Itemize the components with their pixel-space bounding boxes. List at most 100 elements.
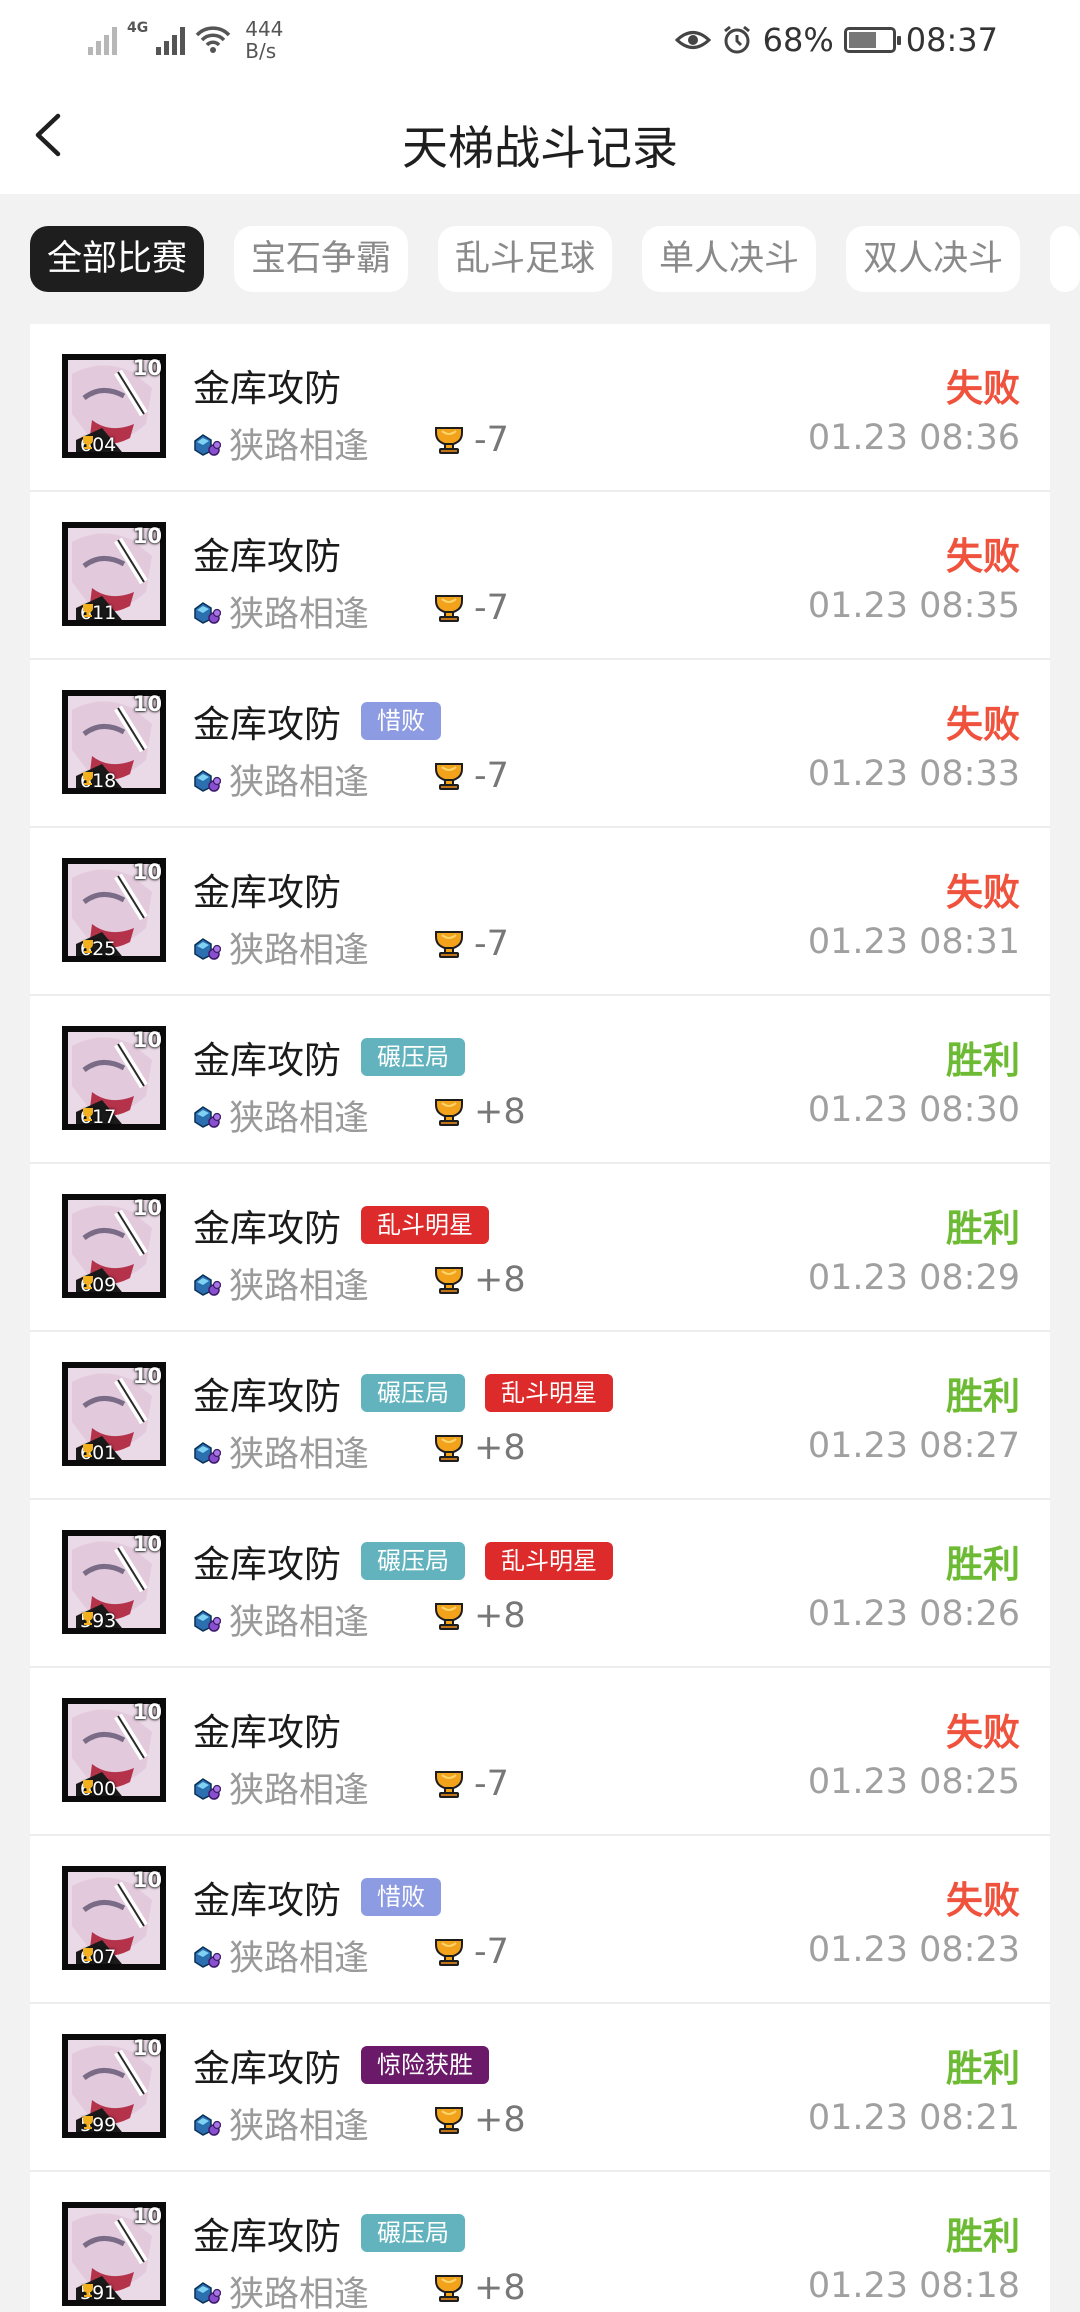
battle-row[interactable]: 10 609 金库攻防 乱斗明星 狭路相逢 +8 胜利 01.23 08:29 (30, 1164, 1050, 1332)
trophy-count-badge: 591 (80, 2282, 116, 2304)
battle-time: 01.23 08:23 (807, 1930, 1020, 1970)
battle-row[interactable]: 10 618 金库攻防 惜败 狭路相逢 -7 失败 01.23 08:33 (30, 660, 1050, 828)
trophy-icon (83, 1780, 93, 1793)
trophy-delta: +8 (474, 1260, 526, 1300)
map-name: 狭路相逢 (229, 1099, 370, 1139)
filter-chip-label: 单人决斗 (659, 239, 800, 279)
trophy-icon (435, 2107, 463, 2134)
mode-line: 金库攻防 碾压局 乱斗明星 (193, 1366, 613, 1420)
trophy-change: +8 (432, 1260, 526, 1300)
filter-chip-label: 全部比赛 (47, 239, 188, 279)
map-line: 狭路相逢 (193, 2098, 369, 2149)
trophy-change: -7 (432, 1932, 509, 1972)
battle-time: 01.23 08:35 (807, 586, 1020, 626)
mode-line: 金库攻防 惜败 (193, 1870, 441, 1924)
game-mode-name: 金库攻防 (193, 367, 341, 410)
map-line: 狭路相逢 (193, 754, 369, 805)
map-line: 狭路相逢 (193, 922, 369, 973)
brawler-avatar: 10 593 (62, 1530, 166, 1634)
battle-tag: 碾压局 (361, 1374, 465, 1412)
map-name: 狭路相逢 (229, 763, 370, 803)
trophy-icon (435, 1435, 463, 1462)
trophy-icon (83, 1276, 93, 1289)
brawler-avatar: 10 617 (62, 1026, 166, 1130)
status-bar: 4G 444 B/s 68% 08:37 (0, 0, 1080, 80)
trophy-count-badge: 625 (80, 938, 116, 960)
battle-time: 01.23 08:25 (807, 1762, 1020, 1802)
trophy-change: -7 (432, 924, 509, 964)
brawler-level: 10 (132, 692, 162, 716)
filter-tabs: 全部比赛 宝石争霸 乱斗足球 单人决斗 双人决斗 (30, 226, 1080, 292)
battle-tag: 惜败 (361, 1878, 441, 1916)
map-line: 狭路相逢 (193, 1762, 369, 1813)
trophy-icon (83, 1948, 93, 1961)
battle-row[interactable]: 10 600 金库攻防 狭路相逢 -7 失败 01.23 08:25 (30, 1668, 1050, 1836)
result-label: 失败 (946, 367, 1020, 410)
battle-row[interactable]: 10 599 金库攻防 惊险获胜 狭路相逢 +8 胜利 01.23 08:21 (30, 2004, 1050, 2172)
sim1-signal-icon (88, 25, 117, 55)
trophy-icon (83, 1612, 93, 1625)
filter-chip[interactable]: 宝石争霸 (234, 226, 409, 292)
filter-chip[interactable]: 双人决斗 (846, 226, 1021, 292)
filter-chip[interactable]: 乱斗足球 (438, 226, 613, 292)
brawler-avatar: 10 607 (62, 1866, 166, 1970)
filter-chip[interactable]: 全部比赛 (30, 226, 205, 292)
trophy-icon (435, 595, 463, 622)
mode-line: 金库攻防 惊险获胜 (193, 2038, 489, 2092)
network-type-label: 4G (127, 20, 149, 36)
trophy-change: +8 (432, 1428, 526, 1468)
trophy-icon (435, 2275, 463, 2302)
battle-row[interactable]: 10 607 金库攻防 惜败 狭路相逢 -7 失败 01.23 08:23 (30, 1836, 1050, 2004)
tag-list: 惜败 (361, 1878, 441, 1916)
battle-row[interactable]: 10 617 金库攻防 碾压局 狭路相逢 +8 胜利 01.23 08:30 (30, 996, 1050, 1164)
battle-row[interactable]: 10 625 金库攻防 狭路相逢 -7 失败 01.23 08:31 (30, 828, 1050, 996)
brawler-level: 10 (132, 1532, 162, 1556)
battle-time: 01.23 08:36 (807, 418, 1020, 458)
battle-row[interactable]: 10 611 金库攻防 狭路相逢 -7 失败 01.23 08:35 (30, 492, 1050, 660)
battle-row[interactable]: 10 601 金库攻防 碾压局 乱斗明星 狭路相逢 +8 胜利 01.23 08… (30, 1332, 1050, 1500)
eye-icon (674, 31, 711, 49)
map-line: 狭路相逢 (193, 586, 369, 637)
trophy-count-badge: 593 (80, 1610, 116, 1632)
game-mode-name: 金库攻防 (193, 871, 341, 914)
trophy-count-badge: 604 (80, 434, 116, 456)
map-name: 狭路相逢 (229, 1939, 370, 1979)
mode-line: 金库攻防 碾压局 (193, 1030, 465, 1084)
map-line: 狭路相逢 (193, 1426, 369, 1477)
trophy-icon (83, 2116, 93, 2129)
mode-line: 金库攻防 (193, 862, 361, 916)
map-line: 狭路相逢 (193, 1090, 369, 1141)
filter-chip[interactable]: 单人决斗 (642, 226, 817, 292)
mode-line: 金库攻防 (193, 358, 361, 412)
trophy-delta: +8 (474, 1428, 526, 1468)
brawler-level: 10 (132, 1700, 162, 1724)
battle-row[interactable]: 10 593 金库攻防 碾压局 乱斗明星 狭路相逢 +8 胜利 01.23 08… (30, 1500, 1050, 1668)
trophy-icon (435, 1267, 463, 1294)
battle-time: 01.23 08:33 (807, 754, 1020, 794)
brawler-avatar: 10 609 (62, 1194, 166, 1298)
filter-chip-partial[interactable] (1050, 226, 1080, 292)
brawler-level: 10 (132, 1364, 162, 1388)
trophy-change: -7 (432, 588, 509, 628)
trophy-icon (83, 1444, 93, 1457)
battle-time: 01.23 08:21 (807, 2098, 1020, 2138)
map-name: 狭路相逢 (229, 427, 370, 467)
trophy-change: -7 (432, 756, 509, 796)
trophy-delta: +8 (474, 2100, 526, 2140)
gem-mode-icon (194, 1273, 221, 1296)
game-mode-name: 金库攻防 (193, 1543, 341, 1586)
battle-time: 01.23 08:26 (807, 1594, 1020, 1634)
gem-mode-icon (194, 1777, 221, 1800)
battle-row[interactable]: 10 591 金库攻防 碾压局 狭路相逢 +8 胜利 01.23 08:18 (30, 2172, 1050, 2312)
brawler-level: 10 (132, 356, 162, 380)
battle-row[interactable]: 10 604 金库攻防 狭路相逢 -7 失败 01.23 08:36 (30, 324, 1050, 492)
battle-list: 10 604 金库攻防 狭路相逢 -7 失败 01.23 08:36 10 61… (30, 324, 1050, 2312)
sim2-signal-icon (156, 25, 186, 55)
trophy-count-badge: 609 (80, 1274, 116, 1296)
trophy-icon (435, 763, 463, 790)
status-right: 68% 08:37 (674, 14, 998, 66)
brawler-level: 10 (132, 1196, 162, 1220)
map-line: 狭路相逢 (193, 2266, 369, 2312)
gem-mode-icon (194, 1609, 221, 1632)
brawler-avatar: 10 611 (62, 522, 166, 626)
